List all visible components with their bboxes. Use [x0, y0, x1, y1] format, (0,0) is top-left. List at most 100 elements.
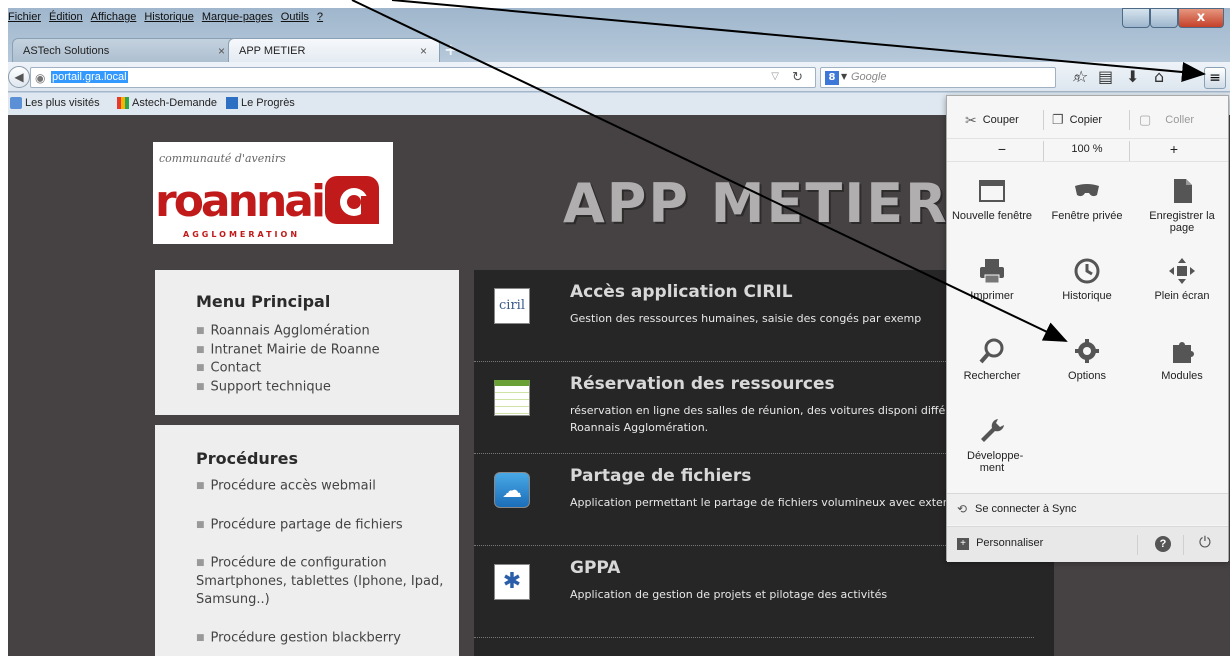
- procedure-link-webmail[interactable]: ■ Procédure accès webmail: [196, 477, 446, 496]
- grid-label: Options: [1068, 370, 1106, 382]
- bookmark-le-progres[interactable]: Le Progrès: [226, 97, 295, 109]
- bookmarks-list-icon[interactable]: ▤: [1098, 68, 1113, 86]
- puzzle-icon: ✱: [494, 564, 530, 600]
- page-title: APP METIER: [563, 172, 949, 235]
- customize-label: Personnaliser: [976, 537, 1044, 549]
- hamburger-menu-icon[interactable]: ≡: [1204, 67, 1226, 89]
- maximize-button[interactable]: [1150, 8, 1178, 28]
- zoom-in-button[interactable]: +: [1159, 141, 1189, 157]
- app-title[interactable]: Réservation des ressources: [570, 374, 835, 394]
- grid-label: Modules: [1161, 370, 1203, 382]
- tab-label: APP METIER: [239, 45, 306, 57]
- scissors-icon: ✂: [965, 111, 977, 128]
- procedures-heading: Procédures: [196, 449, 299, 468]
- sync-label: Se connecter à Sync: [975, 503, 1077, 515]
- paste-icon: ▢: [1139, 112, 1152, 127]
- calendar-icon: [494, 380, 530, 416]
- fullscreen-button[interactable]: Plein écran: [1137, 256, 1227, 334]
- cut-button[interactable]: ✂ Couper: [965, 108, 1019, 132]
- procedure-link-smartphones[interactable]: ■ Procédure de configuration Smartphones,…: [155, 554, 446, 609]
- minimize-button[interactable]: [1122, 8, 1150, 28]
- tab-close-icon[interactable]: ×: [420, 44, 427, 58]
- history-button[interactable]: Historique: [1042, 256, 1132, 334]
- procedure-link-blackberry[interactable]: ■ Procédure gestion blackberry: [196, 629, 446, 648]
- plus-box-icon: +: [957, 538, 969, 550]
- tab-strip: ASTech Solutions × APP METIER × +: [8, 34, 1230, 62]
- search-bar[interactable]: 8 ▼ Google ⌕: [820, 67, 1081, 88]
- tab-label: ASTech Solutions: [23, 45, 110, 57]
- sync-row[interactable]: ⟲ Se connecter à Sync: [947, 493, 1228, 525]
- menu-link-roannais-agglo[interactable]: ■ Roannais Agglomération: [196, 322, 380, 341]
- developer-button[interactable]: Développe- ment: [947, 416, 1037, 494]
- menu-aide[interactable]: ?: [317, 11, 323, 25]
- find-button[interactable]: Rechercher: [947, 336, 1037, 414]
- bookmark-label: Les plus visités: [25, 97, 100, 109]
- menu-marque-pages[interactable]: Marque-pages: [202, 11, 273, 25]
- procedures-box: Procédures ■ Procédure accès webmail ■ Pro…: [155, 425, 459, 656]
- save-page-button[interactable]: Enregistrer la page: [1137, 176, 1227, 254]
- gear-icon: [1075, 339, 1099, 363]
- search-icon: [979, 338, 1004, 364]
- zoom-out-button[interactable]: −: [987, 141, 1017, 157]
- grid-label: Nouvelle fenêtre: [951, 210, 1033, 222]
- private-mask-icon: [1075, 184, 1099, 197]
- procedure-link-partage[interactable]: ■ Procédure partage de fichiers: [196, 516, 446, 535]
- menu-historique[interactable]: Historique: [144, 11, 194, 25]
- app-title[interactable]: GPPA: [570, 558, 620, 578]
- tab-close-icon[interactable]: ×: [218, 44, 225, 58]
- tab-app-metier[interactable]: APP METIER ×: [228, 38, 440, 62]
- sync-icon: ⟲: [957, 502, 968, 516]
- search-engine-icon[interactable]: 8: [825, 71, 839, 85]
- back-button[interactable]: ◀: [8, 66, 30, 88]
- customize-button[interactable]: + Personnaliser: [957, 537, 1043, 550]
- grid-label: Imprimer: [970, 290, 1014, 302]
- download-icon[interactable]: ⬇: [1126, 68, 1139, 86]
- url-text[interactable]: portail.gra.local: [51, 71, 128, 83]
- reload-icon[interactable]: ↻: [792, 70, 803, 85]
- grid-label: Développe- ment: [967, 450, 1024, 474]
- new-tab-button[interactable]: +: [444, 42, 460, 58]
- menu-bar: Fichier Édition Affichage Historique Mar…: [8, 11, 323, 25]
- bookmark-label: Astech-Demande: [132, 97, 217, 109]
- url-bar[interactable]: ◉ portail.gra.local ▽ ↻: [30, 67, 816, 88]
- zoom-reset-button[interactable]: 100 %: [1057, 143, 1117, 155]
- menu-link-contact[interactable]: ■ Contact: [196, 359, 380, 378]
- print-button[interactable]: Imprimer: [947, 256, 1037, 334]
- menu-affichage[interactable]: Affichage: [91, 11, 137, 25]
- chevron-down-icon[interactable]: ▼: [841, 72, 847, 81]
- divider: [1183, 535, 1184, 555]
- home-icon[interactable]: ⌂: [1154, 68, 1164, 86]
- menu-link-support[interactable]: ■ Support technique: [196, 378, 380, 397]
- menu-principal-list: ■ Roannais Agglomération ■ Intranet Mairie…: [196, 322, 380, 396]
- help-icon[interactable]: ?: [1155, 536, 1171, 552]
- ciril-logo-icon: ciril: [494, 288, 530, 324]
- menu-link-intranet-mairie[interactable]: ■ Intranet Mairie de Roanne: [196, 341, 380, 360]
- options-button[interactable]: Options: [1042, 336, 1132, 414]
- addons-button[interactable]: Modules: [1137, 336, 1227, 414]
- copy-button[interactable]: ❐ Copier: [1052, 108, 1102, 132]
- menu-edition[interactable]: Édition: [49, 11, 83, 25]
- power-quit-icon[interactable]: ⏻: [1199, 534, 1211, 551]
- search-input[interactable]: Google: [851, 71, 886, 83]
- app-title[interactable]: Accès application CIRIL: [570, 282, 793, 302]
- app-description: Application de gestion de projets et pil…: [570, 588, 888, 601]
- star-bookmark-icon[interactable]: ☆: [1074, 68, 1088, 86]
- logo-mark-icon: [325, 176, 379, 224]
- tab-astech-solutions[interactable]: ASTech Solutions ×: [12, 38, 238, 62]
- save-page-icon: [1174, 179, 1192, 203]
- bookmark-plus-visites[interactable]: Les plus visités: [10, 97, 100, 109]
- divider: [1137, 535, 1138, 555]
- grid-label: Rechercher: [963, 370, 1021, 382]
- new-window-button[interactable]: Nouvelle fenêtre: [947, 176, 1037, 254]
- app-title[interactable]: Partage de fichiers: [570, 466, 751, 486]
- window-close-button[interactable]: x: [1178, 8, 1224, 28]
- bookmark-astech-demande[interactable]: Astech-Demande: [117, 97, 217, 109]
- menu-outils[interactable]: Outils: [281, 11, 309, 25]
- paste-button[interactable]: ▢ Coller: [1139, 108, 1194, 132]
- roannais-logo[interactable]: communauté d'avenirs roannais AGGLOMERAT…: [153, 142, 393, 244]
- menu-fichier[interactable]: Fichier: [8, 11, 41, 25]
- private-window-button[interactable]: Fenêtre privée: [1042, 176, 1132, 254]
- divider: [1043, 110, 1044, 130]
- print-icon: [980, 259, 1004, 284]
- url-dropdown-icon[interactable]: ▽: [771, 71, 779, 82]
